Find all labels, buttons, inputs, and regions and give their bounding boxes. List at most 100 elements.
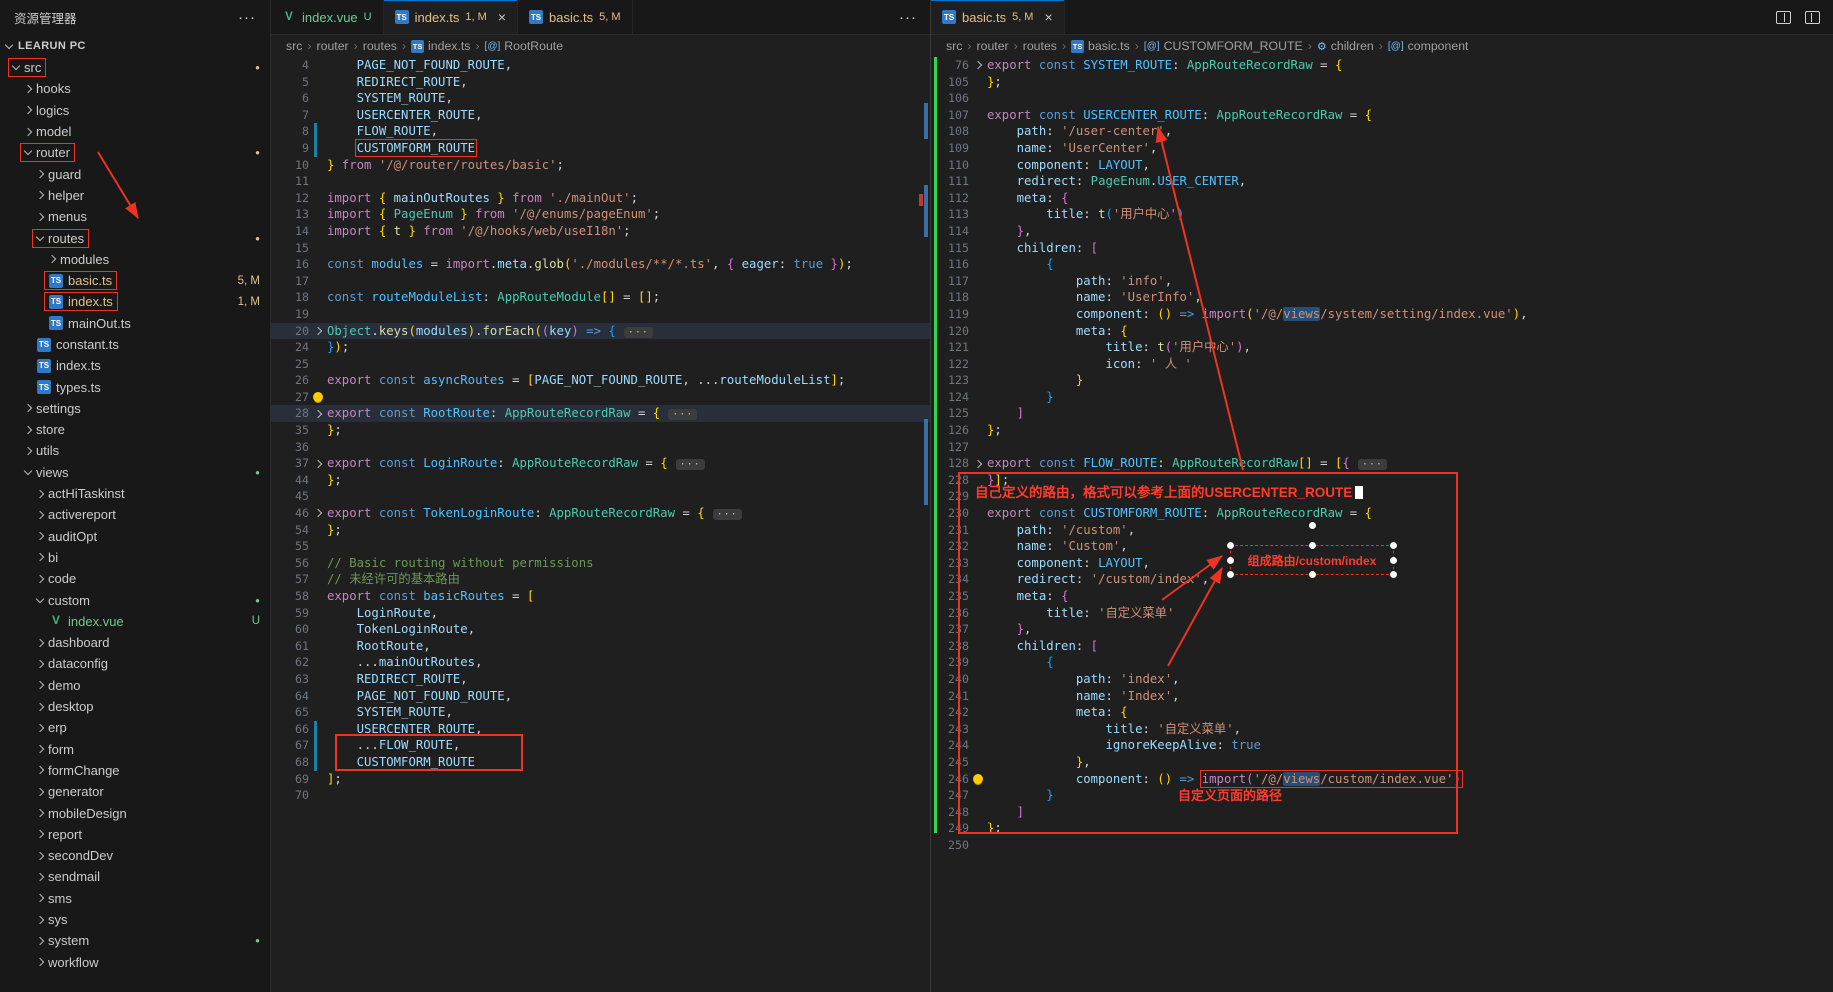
folded-code-ellipsis[interactable]: ··· xyxy=(713,509,742,520)
tree-item-index.ts[interactable]: TSindex.ts xyxy=(0,355,270,376)
code-line-110[interactable]: 110 component: LAYOUT, xyxy=(931,157,1833,174)
tree-item-formChange[interactable]: formChange xyxy=(0,760,270,781)
code-line-228[interactable]: 228}]; xyxy=(931,472,1833,489)
code-line-11[interactable]: 11 xyxy=(271,173,930,190)
code-line-28[interactable]: 28export const RootRoute: AppRouteRecord… xyxy=(271,405,930,422)
code-line-56[interactable]: 56// Basic routing without permissions xyxy=(271,555,930,572)
breadcrumb-item-basic.ts[interactable]: TSbasic.ts xyxy=(1071,39,1130,53)
breadcrumb-item-RootRoute[interactable]: [@]RootRoute xyxy=(485,39,564,53)
breadcrumb-item-CUSTOMFORM_ROUTE[interactable]: [@]CUSTOMFORM_ROUTE xyxy=(1144,39,1303,53)
tab-index.vue[interactable]: Vindex.vueU xyxy=(271,0,384,34)
breadcrumb-item-routes[interactable]: routes xyxy=(1023,39,1057,53)
code-line-58[interactable]: 58export const basicRoutes = [ xyxy=(271,588,930,605)
code-line-125[interactable]: 125 ] xyxy=(931,405,1833,422)
tree-item-dataconfig[interactable]: dataconfig xyxy=(0,653,270,674)
breadcrumb-item-index.ts[interactable]: TSindex.ts xyxy=(411,39,470,53)
code-line-35[interactable]: 35}; xyxy=(271,422,930,439)
code-line-26[interactable]: 26export const asyncRoutes = [PAGE_NOT_F… xyxy=(271,372,930,389)
code-line-76[interactable]: 76export const SYSTEM_ROUTE: AppRouteRec… xyxy=(931,57,1833,74)
tree-item-generator[interactable]: generator xyxy=(0,781,270,802)
tree-item-auditOpt[interactable]: auditOpt xyxy=(0,526,270,547)
tree-item-dashboard[interactable]: dashboard xyxy=(0,632,270,653)
code-line-116[interactable]: 116 { xyxy=(931,256,1833,273)
code-line-9[interactable]: 9 CUSTOMFORM_ROUTE xyxy=(271,140,930,157)
customize-layout-icon[interactable] xyxy=(1805,11,1820,24)
code-line-10[interactable]: 10} from '/@/router/routes/basic'; xyxy=(271,157,930,174)
tree-item-model[interactable]: model xyxy=(0,121,270,142)
code-line-120[interactable]: 120 meta: { xyxy=(931,323,1833,340)
tree-item-workflow[interactable]: workflow xyxy=(0,951,270,972)
code-line-18[interactable]: 18const routeModuleList: AppRouteModule[… xyxy=(271,289,930,306)
folded-code-ellipsis[interactable]: ··· xyxy=(676,459,705,470)
code-line-106[interactable]: 106 xyxy=(931,90,1833,107)
code-line-12[interactable]: 12import { mainOutRoutes } from './mainO… xyxy=(271,190,930,207)
code-line-118[interactable]: 118 name: 'UserInfo', xyxy=(931,289,1833,306)
code-line-70[interactable]: 70 xyxy=(271,787,930,804)
tree-item-utils[interactable]: utils xyxy=(0,440,270,461)
code-line-232[interactable]: 232 name: 'Custom', xyxy=(931,538,1833,555)
folded-code-ellipsis[interactable]: ··· xyxy=(1358,459,1387,470)
tree-item-form[interactable]: form xyxy=(0,739,270,760)
code-line-36[interactable]: 36 xyxy=(271,439,930,456)
code-line-127[interactable]: 127 xyxy=(931,439,1833,456)
code-line-236[interactable]: 236 title: '自定义菜单' xyxy=(931,605,1833,622)
tree-item-mainOut.ts[interactable]: TSmainOut.ts xyxy=(0,313,270,334)
code-line-15[interactable]: 15 xyxy=(271,240,930,257)
code-line-108[interactable]: 108 path: '/user-center', xyxy=(931,123,1833,140)
tree-item-sendmail[interactable]: sendmail xyxy=(0,866,270,887)
code-line-243[interactable]: 243 title: '自定义菜单', xyxy=(931,721,1833,738)
close-icon[interactable]: × xyxy=(498,10,506,24)
code-line-46[interactable]: 46export const TokenLoginRoute: AppRoute… xyxy=(271,505,930,522)
code-line-107[interactable]: 107export const USERCENTER_ROUTE: AppRou… xyxy=(931,107,1833,124)
tree-item-constant.ts[interactable]: TSconstant.ts xyxy=(0,334,270,355)
breadcrumb-item-src[interactable]: src xyxy=(946,39,962,53)
code-line-248[interactable]: 248 ] xyxy=(931,804,1833,821)
code-line-55[interactable]: 55 xyxy=(271,538,930,555)
code-line-247[interactable]: 247 } xyxy=(931,787,1833,804)
key-icon[interactable] xyxy=(973,774,983,784)
code-line-13[interactable]: 13import { PageEnum } from '/@/enums/pag… xyxy=(271,206,930,223)
code-line-237[interactable]: 237 }, xyxy=(931,621,1833,638)
project-section-header[interactable]: LEARUN PC xyxy=(0,35,270,57)
code-line-241[interactable]: 241 name: 'Index', xyxy=(931,688,1833,705)
folded-code-ellipsis[interactable]: ··· xyxy=(624,327,653,338)
code-line-4[interactable]: 4 PAGE_NOT_FOUND_ROUTE, xyxy=(271,57,930,74)
code-line-114[interactable]: 114 }, xyxy=(931,223,1833,240)
editor-2[interactable]: 76export const SYSTEM_ROUTE: AppRouteRec… xyxy=(931,57,1833,992)
code-line-24[interactable]: 24}); xyxy=(271,339,930,356)
tree-item-views[interactable]: views● xyxy=(0,462,270,483)
code-line-246[interactable]: 246 component: () => import('/@/views/cu… xyxy=(931,771,1833,788)
tree-item-index.ts[interactable]: TSindex.ts1, M xyxy=(0,291,270,312)
code-line-61[interactable]: 61 RootRoute, xyxy=(271,638,930,655)
tree-item-index.vue[interactable]: Vindex.vueU xyxy=(0,611,270,632)
tree-item-activereport[interactable]: activereport xyxy=(0,504,270,525)
breadcrumb-item-children[interactable]: ⚙children xyxy=(1317,39,1374,53)
tree-item-report[interactable]: report xyxy=(0,824,270,845)
code-line-117[interactable]: 117 path: 'info', xyxy=(931,273,1833,290)
code-line-119[interactable]: 119 component: () => import('/@/views/sy… xyxy=(931,306,1833,323)
code-line-234[interactable]: 234 redirect: '/custom/index', xyxy=(931,571,1833,588)
editor-more-actions-icon[interactable]: ··· xyxy=(899,10,917,25)
code-line-112[interactable]: 112 meta: { xyxy=(931,190,1833,207)
code-line-105[interactable]: 105}; xyxy=(931,74,1833,91)
tree-item-logics[interactable]: logics xyxy=(0,100,270,121)
code-line-128[interactable]: 128export const FLOW_ROUTE: AppRouteReco… xyxy=(931,455,1833,472)
code-line-250[interactable]: 250 xyxy=(931,837,1833,854)
code-line-126[interactable]: 126}; xyxy=(931,422,1833,439)
code-line-20[interactable]: 20Object.keys(modules).forEach((key) => … xyxy=(271,323,930,340)
code-line-249[interactable]: 249}; xyxy=(931,820,1833,837)
split-editor-icon[interactable] xyxy=(1776,11,1791,24)
tree-item-actHiTaskinst[interactable]: actHiTaskinst xyxy=(0,483,270,504)
code-line-115[interactable]: 115 children: [ xyxy=(931,240,1833,257)
code-line-245[interactable]: 245 }, xyxy=(931,754,1833,771)
code-line-231[interactable]: 231 path: '/custom', xyxy=(931,522,1833,539)
tree-item-desktop[interactable]: desktop xyxy=(0,696,270,717)
folded-code-ellipsis[interactable]: ··· xyxy=(668,409,697,420)
code-line-45[interactable]: 45 xyxy=(271,488,930,505)
code-line-242[interactable]: 242 meta: { xyxy=(931,704,1833,721)
tree-item-secondDev[interactable]: secondDev xyxy=(0,845,270,866)
tree-item-system[interactable]: system● xyxy=(0,930,270,951)
code-line-5[interactable]: 5 REDIRECT_ROUTE, xyxy=(271,74,930,91)
tree-item-erp[interactable]: erp xyxy=(0,717,270,738)
code-line-113[interactable]: 113 title: t('用户中心') xyxy=(931,206,1833,223)
